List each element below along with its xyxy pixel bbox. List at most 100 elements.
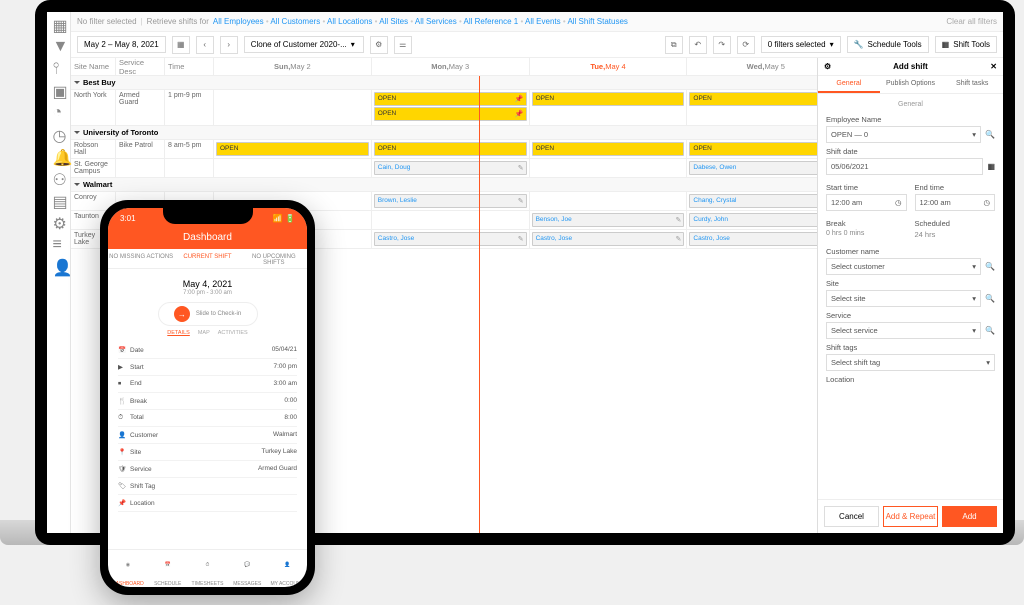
nav-timesheets[interactable]: ⏱TIMESHEETS (188, 550, 228, 587)
col-site: Site Name (71, 58, 116, 75)
detail-row: ⏱Total8:00 (118, 410, 297, 427)
building-icon[interactable]: ▤ (53, 192, 65, 204)
tab-tasks[interactable]: Shift tasks (941, 76, 1003, 93)
list-icon[interactable]: ≡ (53, 236, 65, 248)
redo-icon[interactable]: ↷ (713, 36, 731, 54)
copy-icon[interactable]: ⧉ (665, 36, 683, 54)
shift-tools[interactable]: ▦ Shift Tools (935, 36, 997, 53)
date-range-picker[interactable]: May 2 – May 8, 2021 (77, 36, 166, 53)
people-icon[interactable]: ⚇ (53, 170, 65, 182)
clear-filters[interactable]: Clear all filters (946, 17, 997, 26)
phone-title: Dashboard (108, 228, 307, 249)
shift-cell[interactable]: OPEN📌OPEN📌 (372, 90, 530, 125)
shift-block[interactable]: OPEN (532, 142, 685, 156)
shift-block[interactable]: Cain, Doug✎ (374, 161, 527, 175)
subtab-map[interactable]: MAP (198, 330, 210, 336)
search-icon[interactable]: 🔍 (985, 294, 995, 303)
filter-link[interactable]: All Sites (379, 17, 408, 26)
view-select[interactable]: Clone of Customer 2020-...▾ (244, 36, 364, 53)
shift-cell[interactable]: Cain, Doug✎ (372, 159, 530, 177)
search-icon[interactable]: 🔍 (985, 262, 995, 271)
today-line (479, 76, 480, 533)
clock-icon[interactable]: ◷ (53, 126, 65, 138)
subtab-details[interactable]: DETAILS (167, 330, 190, 336)
sliders-icon[interactable]: ⚌ (394, 36, 412, 54)
employee-select[interactable]: OPEN — 0▾ (826, 126, 981, 143)
service-select[interactable]: Select service▾ (826, 322, 981, 339)
prev-icon[interactable]: ‹ (196, 36, 214, 54)
shift-cell[interactable]: OPEN (530, 140, 688, 158)
refresh-icon[interactable]: ⟳ (737, 36, 755, 54)
gear-icon[interactable]: ⚙ (370, 36, 388, 54)
user-icon[interactable]: 👤 (53, 258, 65, 270)
subtab-activities[interactable]: ACTIVITIES (218, 330, 248, 336)
filter-link[interactable]: All Customers (270, 17, 320, 26)
bell-icon[interactable]: 🔔 (53, 148, 65, 160)
undo-icon[interactable]: ↶ (689, 36, 707, 54)
clipboard-icon[interactable]: ▣ (53, 82, 65, 94)
filter-link[interactable]: All Reference 1 (464, 17, 519, 26)
shift-date-input[interactable]: 05/06/2021 (826, 158, 983, 175)
nav-schedule[interactable]: 📅SCHEDULE (148, 550, 188, 587)
shift-cell[interactable]: Brown, Leslie✎ (372, 192, 530, 210)
shift-cell[interactable]: OPEN (372, 140, 530, 158)
calendar-icon[interactable]: ▦ (172, 36, 190, 54)
tags-select[interactable]: Select shift tag▾ (826, 354, 995, 371)
calendar-icon[interactable]: ▦ (987, 162, 995, 171)
end-time-input[interactable]: 12:00 am◷ (915, 194, 996, 211)
pie-icon[interactable]: ◔ (53, 104, 65, 116)
checkin-slider[interactable]: →Slide to Check-in (158, 302, 258, 326)
shift-cell[interactable]: OPEN (530, 90, 688, 125)
filter-link[interactable]: All Events (525, 17, 561, 26)
schedule-tools[interactable]: 🔧 Schedule Tools (847, 36, 929, 53)
tab-publish[interactable]: Publish Options (880, 76, 942, 93)
shift-cell[interactable]: OPEN (214, 140, 372, 158)
shift-cell[interactable] (214, 90, 372, 125)
cancel-button[interactable]: Cancel (824, 506, 879, 527)
shift-cell[interactable]: Benson, Joe✎ (530, 211, 688, 229)
grid-icon[interactable]: ▦ (53, 16, 65, 28)
gear-icon[interactable]: ⚙ (824, 62, 831, 71)
shift-block[interactable]: OPEN📌 (374, 92, 527, 106)
shift-block[interactable]: OPEN (374, 142, 527, 156)
site-select[interactable]: Select site▾ (826, 290, 981, 307)
signal-icon: 📶 🔋 (273, 214, 295, 223)
tab-current[interactable]: CURRENT SHIFT (174, 249, 240, 268)
shift-block[interactable]: Castro, Jose✎ (532, 232, 685, 246)
shift-cell[interactable] (530, 159, 688, 177)
shift-block[interactable]: OPEN📌 (374, 107, 527, 121)
nav-messages[interactable]: 💬MESSAGES (227, 550, 267, 587)
shift-cell[interactable] (372, 211, 530, 229)
shift-block[interactable]: OPEN (216, 142, 369, 156)
tab-upcoming[interactable]: NO UPCOMING SHIFTS (241, 249, 307, 268)
filter-link[interactable]: All Locations (327, 17, 372, 26)
nav-dashboard[interactable]: ◉DASHBOARD (108, 550, 148, 587)
next-icon[interactable]: › (220, 36, 238, 54)
shift-cell[interactable] (214, 159, 372, 177)
filter-link[interactable]: All Services (415, 17, 457, 26)
shift-cell[interactable] (530, 192, 688, 210)
filter-link[interactable]: All Shift Statuses (567, 17, 627, 26)
shift-cell[interactable]: Castro, Jose✎ (530, 230, 688, 248)
tab-missing[interactable]: NO MISSING ACTIONS (108, 249, 174, 268)
chart-icon[interactable]: ⫯ (53, 60, 65, 72)
customer-select[interactable]: Select customer▾ (826, 258, 981, 275)
filters-selected[interactable]: 0 filters selected▾ (761, 36, 841, 53)
shift-block[interactable]: OPEN (532, 92, 685, 106)
shift-block[interactable]: Castro, Jose✎ (374, 232, 527, 246)
detail-row: 🛡ServiceArmed Guard (118, 461, 297, 478)
shift-cell[interactable]: Castro, Jose✎ (372, 230, 530, 248)
shift-block[interactable]: Brown, Leslie✎ (374, 194, 527, 208)
search-icon[interactable]: 🔍 (985, 326, 995, 335)
shift-block[interactable]: Benson, Joe✎ (532, 213, 685, 227)
search-icon[interactable]: 🔍 (985, 130, 995, 139)
filter-link[interactable]: All Employees (213, 17, 264, 26)
tab-general[interactable]: General (818, 76, 880, 93)
add-repeat-button[interactable]: Add & Repeat (883, 506, 938, 527)
add-button[interactable]: Add (942, 506, 997, 527)
start-time-input[interactable]: 12:00 am◷ (826, 194, 907, 211)
close-icon[interactable]: ✕ (990, 62, 997, 71)
nav-my account[interactable]: 👤MY ACCOUNT (267, 550, 307, 587)
gear-icon[interactable]: ⚙ (53, 214, 65, 226)
filter-icon[interactable]: ▼ (53, 38, 65, 50)
